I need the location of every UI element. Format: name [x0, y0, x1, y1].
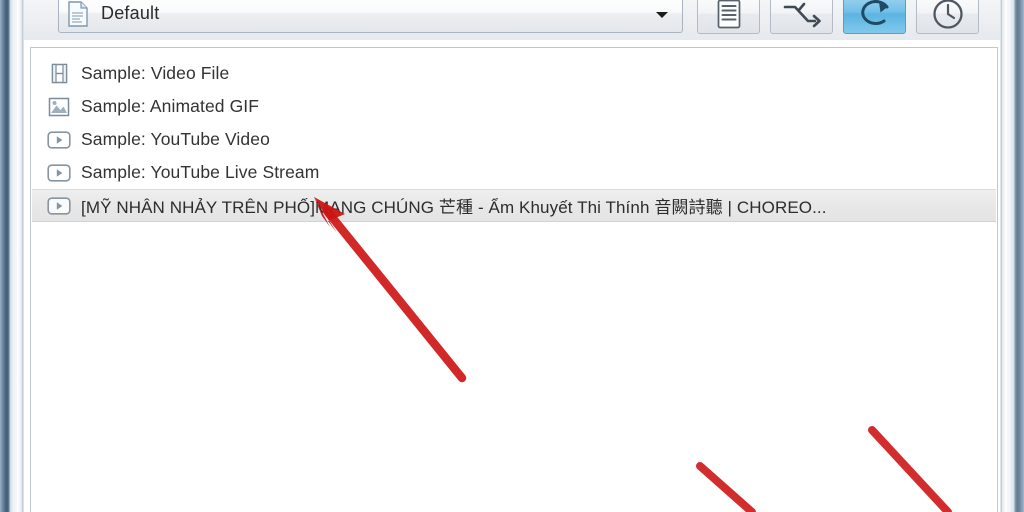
list-item-label: Sample: YouTube Live Stream	[81, 162, 320, 182]
window-border-right-inner	[1007, 0, 1014, 512]
film-strip-icon	[46, 63, 72, 85]
list-item-label: Sample: Video File	[81, 63, 230, 83]
shuffle-button[interactable]	[770, 0, 833, 34]
list-item-label: Sample: YouTube Video	[81, 129, 270, 149]
list-lines-icon	[714, 0, 744, 30]
window-border-left	[0, 0, 10, 512]
playlist-panel: Sample: Video File Sample: Animated GIF	[30, 47, 998, 512]
clock-history-icon	[931, 0, 965, 31]
repeat-loop-arrow-icon	[857, 0, 893, 30]
playlist-select-value: Default	[101, 3, 160, 23]
window-border-left-inner	[10, 0, 17, 512]
shuffle-arrow-icon	[782, 0, 822, 30]
list-item-selected[interactable]: [MỸ NHÂN NHẢY TRÊN PHỐ]MANG CHÚNG 芒種 - Ẩ…	[32, 189, 996, 222]
playlist-list[interactable]: Sample: Video File Sample: Animated GIF	[31, 48, 997, 512]
playlist-view-button[interactable]	[697, 0, 760, 34]
window-border-right	[1014, 0, 1024, 512]
list-item[interactable]: Sample: Video File	[32, 57, 996, 90]
playlist-document-icon	[67, 0, 89, 27]
toolbar: Default	[24, 0, 1000, 40]
youtube-play-icon	[46, 195, 72, 217]
list-item-label: Sample: Animated GIF	[81, 96, 260, 116]
list-item[interactable]: Sample: Animated GIF	[32, 90, 996, 123]
list-item[interactable]: Sample: YouTube Live Stream	[32, 156, 996, 189]
repeat-button[interactable]	[843, 0, 906, 34]
youtube-play-icon	[46, 162, 72, 184]
playlist-select[interactable]: Default	[58, 0, 683, 33]
list-item-label: [MỸ NHÂN NHẢY TRÊN PHỐ]MANG CHÚNG 芒種 - Ẩ…	[81, 198, 827, 217]
animated-gif-icon	[46, 96, 72, 118]
list-item[interactable]: Sample: YouTube Video	[32, 123, 996, 156]
youtube-play-icon	[46, 129, 72, 151]
chevron-down-icon[interactable]	[656, 11, 668, 18]
app-window: Default Sample: Video File Sample: Anima…	[0, 0, 1024, 512]
history-button[interactable]	[916, 0, 979, 34]
client-edge-left	[22, 0, 24, 512]
